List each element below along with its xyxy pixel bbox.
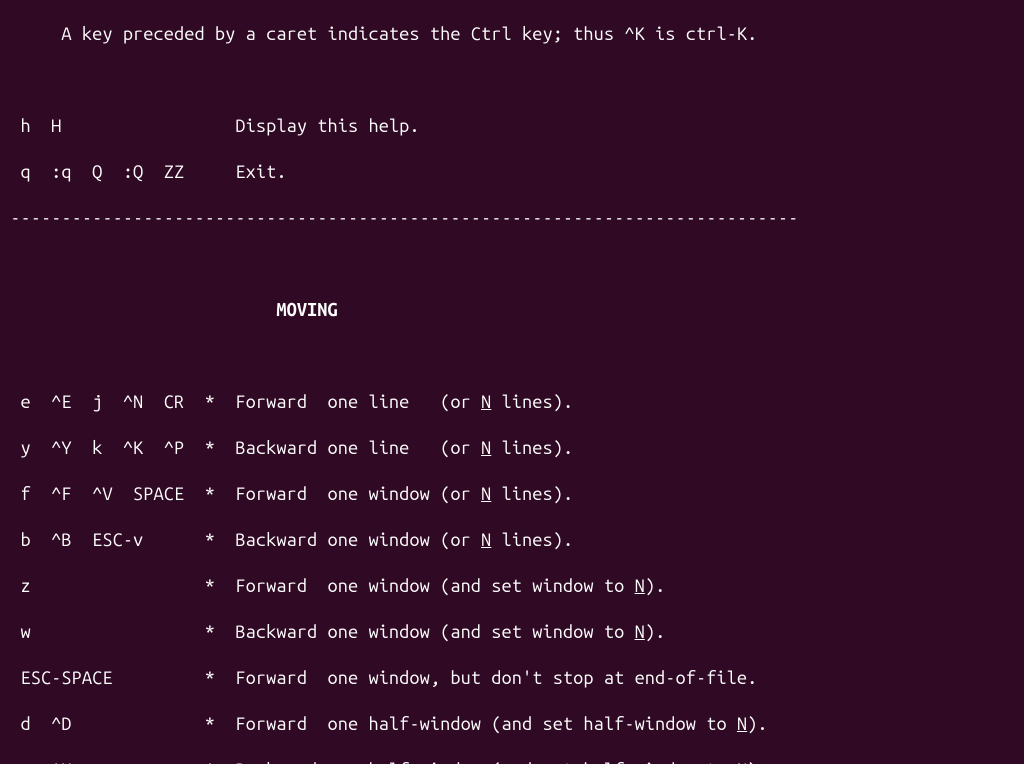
n-arg: N (481, 392, 491, 412)
n-arg: N (737, 714, 747, 734)
moving-desc-pre: Backward one window (or (235, 530, 481, 550)
moving-desc-post: lines). (491, 484, 573, 504)
moving-row: ESC-SPACE * Forward one window, but don'… (0, 667, 1024, 690)
moving-keys: z * (0, 576, 235, 596)
moving-keys: ESC-SPACE * (0, 668, 235, 688)
quit-cmd-keys: q :q Q :Q ZZ (0, 162, 235, 182)
blank-line (0, 69, 1024, 92)
moving-row: b ^B ESC-v * Backward one window (or N l… (0, 529, 1024, 552)
section-heading-moving: MOVING (0, 299, 1024, 322)
help-cmd-keys: h H (0, 116, 235, 136)
moving-desc-pre: Forward one window (or (235, 484, 481, 504)
quit-cmd-desc: Exit. (235, 162, 286, 182)
moving-keys: w * (0, 622, 235, 642)
moving-desc-post: ). (645, 576, 665, 596)
help-cmd-row: h H Display this help. (0, 115, 1024, 138)
moving-desc-post: lines). (491, 530, 573, 550)
intro-line: A key preceded by a caret indicates the … (0, 23, 1024, 46)
moving-desc-post: ). (747, 714, 767, 734)
moving-desc-post: lines). (491, 392, 573, 412)
moving-keys: u ^U * (0, 760, 235, 764)
moving-keys: b ^B ESC-v * (0, 530, 235, 550)
moving-row: y ^Y k ^K ^P * Backward one line (or N l… (0, 437, 1024, 460)
blank-line (0, 253, 1024, 276)
moving-keys: d ^D * (0, 714, 235, 734)
n-arg: N (635, 576, 645, 596)
moving-desc-pre: Backward one line (or (235, 438, 481, 458)
n-arg: N (481, 484, 491, 504)
divider: ----------------------------------------… (0, 207, 1024, 230)
n-arg: N (481, 530, 491, 550)
n-arg: N (481, 438, 491, 458)
moving-row: d ^D * Forward one half-window (and set … (0, 713, 1024, 736)
blank-line (0, 345, 1024, 368)
help-cmd-desc: Display this help. (235, 116, 419, 136)
quit-cmd-row: q :q Q :Q ZZ Exit. (0, 161, 1024, 184)
moving-row: u ^U * Backward one half-window (and set… (0, 759, 1024, 764)
moving-desc-pre: Forward one window, but don't stop at en… (235, 668, 757, 688)
moving-keys: y ^Y k ^K ^P * (0, 438, 235, 458)
n-arg: N (737, 760, 747, 764)
n-arg: N (635, 622, 645, 642)
moving-row: f ^F ^V SPACE * Forward one window (or N… (0, 483, 1024, 506)
moving-desc-post: lines). (491, 438, 573, 458)
moving-desc-pre: Forward one window (and set window to (235, 576, 634, 596)
moving-row: w * Backward one window (and set window … (0, 621, 1024, 644)
moving-desc-post: ). (747, 760, 767, 764)
moving-desc-pre: Backward one window (and set window to (235, 622, 634, 642)
moving-desc-post: ). (645, 622, 665, 642)
terminal-viewport[interactable]: A key preceded by a caret indicates the … (0, 0, 1024, 764)
moving-desc-pre: Forward one line (or (235, 392, 481, 412)
moving-keys: f ^F ^V SPACE * (0, 484, 235, 504)
moving-desc-pre: Backward one half-window (and set half-w… (235, 760, 737, 764)
moving-row: z * Forward one window (and set window t… (0, 575, 1024, 598)
moving-desc-pre: Forward one half-window (and set half-wi… (235, 714, 737, 734)
moving-keys: e ^E j ^N CR * (0, 392, 235, 412)
moving-row: e ^E j ^N CR * Forward one line (or N li… (0, 391, 1024, 414)
